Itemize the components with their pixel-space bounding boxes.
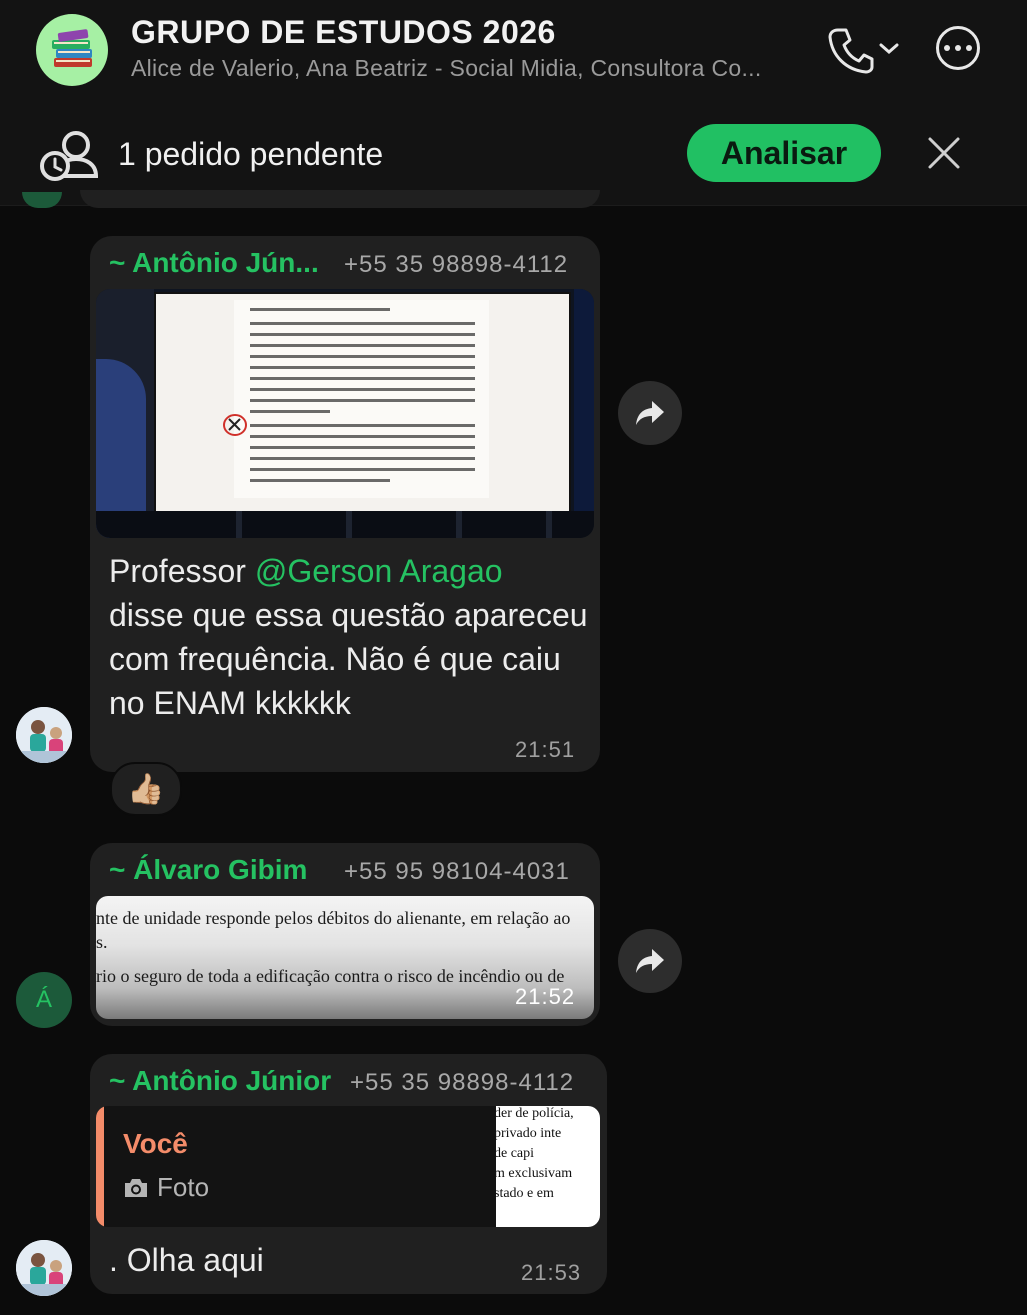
paper-line bbox=[250, 366, 475, 369]
paper-line bbox=[250, 410, 330, 413]
forward-icon bbox=[636, 949, 664, 973]
paper-line bbox=[250, 377, 475, 380]
mention-link[interactable]: @Gerson Aragao bbox=[255, 553, 503, 589]
sender-name[interactable]: ~ Antônio Jún... bbox=[109, 247, 319, 279]
phone-icon bbox=[828, 28, 874, 74]
sender-phone: +55 35 98898-4112 bbox=[350, 1069, 575, 1096]
message-time: 21:51 bbox=[515, 737, 576, 762]
sender-phone: +55 35 98898-4112 bbox=[344, 251, 569, 278]
reaction-badge[interactable]: 👍🏼 bbox=[110, 762, 182, 816]
photo-paper bbox=[223, 300, 489, 498]
thumb-text-line: privado inte bbox=[496, 1126, 562, 1141]
paper-line bbox=[250, 468, 475, 471]
camera-icon bbox=[125, 1178, 147, 1197]
call-button[interactable] bbox=[826, 22, 906, 76]
quote-thumbnail: der de polícia, privado inte de capi m e… bbox=[496, 1106, 600, 1227]
close-icon[interactable] bbox=[924, 133, 964, 173]
avatar-photo bbox=[16, 707, 72, 763]
more-icon-dot bbox=[966, 45, 972, 51]
paper-line bbox=[250, 399, 475, 402]
thumb-text-line: de capi bbox=[496, 1146, 535, 1161]
paper-line bbox=[250, 308, 390, 311]
paper-line bbox=[250, 435, 475, 438]
message-text-prefix: Professor bbox=[109, 553, 255, 589]
quote-type-label: Foto bbox=[157, 1172, 210, 1202]
stage-post bbox=[546, 511, 552, 538]
quote-accent-bar bbox=[96, 1106, 104, 1227]
message-text: Professor @Gerson Aragao disse que essa … bbox=[109, 549, 589, 725]
message-photo[interactable] bbox=[96, 289, 594, 538]
pending-request-icon bbox=[40, 131, 99, 181]
paper-line bbox=[250, 446, 475, 449]
thumb-text-line: stado e em bbox=[496, 1186, 554, 1201]
photo-right-bar bbox=[574, 289, 594, 511]
message-time: 21:52 bbox=[515, 984, 576, 1009]
avatar-initial: Á bbox=[35, 986, 52, 1013]
photo-text-line: s. bbox=[96, 932, 108, 952]
sender-name[interactable]: ~ Antônio Júnior bbox=[109, 1065, 331, 1097]
group-members[interactable]: Alice de Valerio, Ana Beatriz - Social M… bbox=[131, 55, 811, 82]
sender-phone: +55 95 98104-4031 bbox=[344, 858, 570, 885]
paper-line bbox=[250, 479, 390, 482]
stage-post bbox=[456, 511, 462, 538]
more-icon bbox=[944, 45, 950, 51]
message-text: . Olha aqui bbox=[109, 1242, 264, 1278]
photo-text-line: rio o seguro de toda a edificação contra… bbox=[96, 966, 565, 986]
message-time: 21:53 bbox=[521, 1260, 582, 1285]
stage-post bbox=[346, 511, 352, 538]
thumb-text-line: der de polícia, bbox=[496, 1106, 574, 1121]
thumb-text-line: m exclusivam bbox=[496, 1166, 573, 1181]
review-button[interactable]: Analisar bbox=[687, 124, 881, 182]
photo-text-line: nte de unidade responde pelos débitos do… bbox=[96, 908, 571, 928]
previous-message-edge bbox=[80, 190, 600, 208]
sender-avatar[interactable] bbox=[16, 1240, 72, 1296]
paper-line bbox=[250, 333, 475, 336]
sender-avatar[interactable]: Á bbox=[16, 972, 72, 1028]
pending-request-text: 1 pedido pendente bbox=[118, 136, 384, 172]
forward-button[interactable] bbox=[618, 929, 682, 993]
quoted-message[interactable]: Você Foto der de polícia, privado inte d… bbox=[96, 1106, 600, 1227]
group-avatar[interactable] bbox=[36, 14, 108, 86]
sender-name[interactable]: ~ Álvaro Gibim bbox=[109, 854, 307, 886]
paper-line bbox=[250, 322, 475, 325]
chat-header: GRUPO DE ESTUDOS 2026 Alice de Valerio, … bbox=[0, 0, 1027, 206]
paper-line bbox=[250, 355, 475, 358]
quote-type: Foto bbox=[123, 1172, 209, 1203]
photo-stage bbox=[96, 511, 594, 538]
paper-line bbox=[250, 457, 475, 460]
more-icon-dot bbox=[955, 45, 961, 51]
more-options-button[interactable] bbox=[936, 26, 980, 70]
avatar-photo bbox=[16, 1240, 72, 1296]
red-circle-mark bbox=[223, 414, 247, 436]
paper-line bbox=[250, 344, 475, 347]
group-title[interactable]: GRUPO DE ESTUDOS 2026 bbox=[131, 14, 556, 51]
stage-post bbox=[236, 511, 242, 538]
paper-line bbox=[250, 388, 475, 391]
sender-avatar[interactable] bbox=[16, 707, 72, 763]
books-icon bbox=[52, 29, 92, 67]
forward-button[interactable] bbox=[618, 381, 682, 445]
forward-icon bbox=[636, 401, 664, 425]
paper-line bbox=[250, 424, 475, 427]
message-text-body: disse que essa questão apareceu com freq… bbox=[109, 597, 588, 721]
quote-author: Você bbox=[123, 1128, 188, 1159]
chevron-down-icon bbox=[879, 43, 899, 54]
photo-slide bbox=[154, 292, 571, 514]
